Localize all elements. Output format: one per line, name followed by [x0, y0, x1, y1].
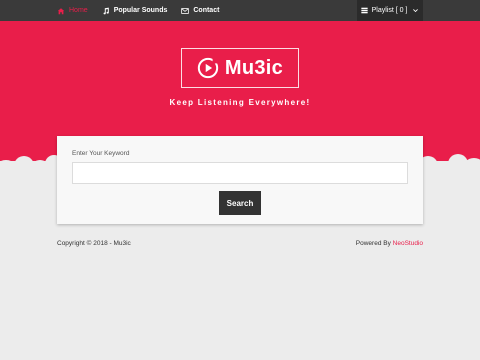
nav-menu: Home Popular Sounds Contact [57, 0, 233, 21]
playlist-label: Playlist [ 0 ] [371, 7, 408, 14]
logo-text: Mu3ic [224, 56, 284, 79]
nav-item-label: Contact [193, 7, 220, 14]
nav-item-home[interactable]: Home [57, 7, 88, 15]
play-circle-icon [197, 57, 219, 79]
powered-by: Powered By NeoStudio [356, 240, 423, 247]
powered-by-prefix: Powered By [355, 240, 393, 247]
copyright-text: Copyright © 2018 - Mu3ic [57, 240, 131, 247]
keyword-label: Enter Your Keyword [72, 150, 130, 157]
nav-item-popular-sounds[interactable]: Popular Sounds [102, 7, 168, 15]
tagline: Keep Listening Everywhere! [169, 98, 311, 107]
neostudio-link[interactable]: NeoStudio [393, 240, 423, 247]
top-navbar: Home Popular Sounds Contact Playlist [ 0… [0, 0, 480, 21]
list-icon [360, 7, 368, 14]
search-button[interactable]: Search [219, 191, 261, 215]
music-note-icon [103, 7, 109, 14]
chevron-down-icon [413, 9, 419, 13]
nav-item-label: Popular Sounds [113, 7, 168, 14]
nav-item-label: Home [69, 7, 88, 14]
playlist-dropdown-button[interactable]: Playlist [ 0 ] [357, 0, 423, 21]
home-icon [57, 7, 65, 14]
site-logo[interactable]: Mu3ic [181, 48, 299, 88]
keyword-input[interactable] [72, 162, 408, 184]
nav-item-contact[interactable]: Contact [181, 7, 219, 15]
search-card: Enter Your Keyword Search [57, 136, 423, 224]
envelope-icon [181, 7, 190, 14]
